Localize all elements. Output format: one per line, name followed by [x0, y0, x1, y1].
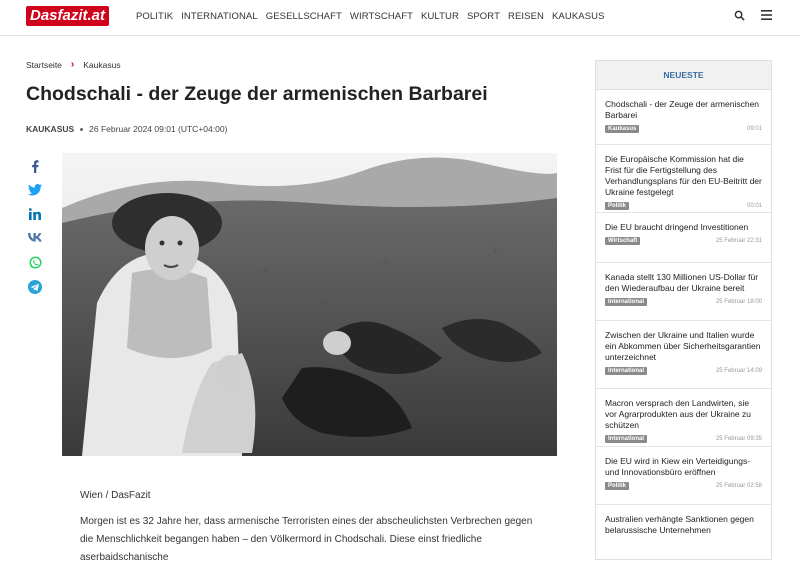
news-item-badge[interactable]: International [605, 298, 648, 306]
news-item-badge[interactable]: Wirtschaft [605, 237, 641, 245]
news-item-badge[interactable]: International [605, 435, 648, 443]
breadcrumb: Startseite › Kaukasus [26, 59, 121, 70]
chevron-right-icon: › [70, 59, 75, 70]
top-navbar: Dasfazit.at POLITIK INTERNATIONAL GESELL… [0, 0, 800, 36]
nav-kultur[interactable]: KULTUR [421, 11, 459, 22]
news-item-time: 25 Februar 09:35 [715, 436, 762, 442]
news-item-time: 00:01 [746, 203, 762, 209]
news-item-badge[interactable]: Politik [605, 482, 630, 490]
facebook-icon[interactable] [31, 160, 39, 174]
news-item[interactable]: Australien verhängte Sanktionen gegen be… [596, 505, 771, 555]
news-item-title[interactable]: Die Europäische Kommission hat die Frist… [605, 154, 762, 198]
news-item-badge[interactable]: Kaukasus [605, 125, 640, 133]
news-item[interactable]: Zwischen der Ukraine und Italien wurde e… [596, 321, 771, 389]
latest-news-sidebar: NEUESTE Chodschali - der Zeuge der armen… [595, 60, 772, 560]
sidebar-heading: NEUESTE [596, 61, 771, 90]
article-image [62, 153, 557, 456]
nav-reisen[interactable]: REISEN [508, 11, 544, 22]
news-item-time: 25 Februar 02:58 [715, 483, 762, 489]
breadcrumb-current[interactable]: Kaukasus [83, 60, 120, 70]
linkedin-icon[interactable] [28, 208, 41, 222]
news-item[interactable]: Chodschali - der Zeuge der armenischen B… [596, 90, 771, 145]
nav-gesellschaft[interactable]: GESELLSCHAFT [266, 11, 342, 22]
news-item[interactable]: Die Europäische Kommission hat die Frist… [596, 145, 771, 213]
nav-international[interactable]: INTERNATIONAL [181, 11, 258, 22]
article-title: Chodschali - der Zeuge der armenischen B… [26, 83, 488, 105]
nav-sport[interactable]: SPORT [467, 11, 500, 22]
nav-wirtschaft[interactable]: WIRTSCHAFT [350, 11, 413, 22]
news-item[interactable]: Die EU braucht dringend Investitionen Wi… [596, 213, 771, 263]
news-item-title[interactable]: Zwischen der Ukraine und Italien wurde e… [605, 330, 762, 363]
news-item-title[interactable]: Kanada stellt 130 Millionen US-Dollar fü… [605, 272, 762, 294]
vk-icon[interactable] [28, 232, 42, 246]
share-bar [28, 160, 42, 294]
hamburger-menu-icon[interactable] [761, 10, 772, 24]
article-category[interactable]: KAUKASUS [26, 124, 74, 134]
search-icon[interactable] [734, 10, 745, 24]
news-item-title[interactable]: Die EU braucht dringend Investitionen [605, 222, 762, 233]
news-item-title[interactable]: Australien verhängte Sanktionen gegen be… [605, 514, 762, 536]
news-item-title[interactable]: Chodschali - der Zeuge der armenischen B… [605, 99, 762, 121]
article-meta: KAUKASUS 26 Februar 2024 09:01 (UTC+04:0… [26, 124, 227, 134]
whatsapp-icon[interactable] [28, 256, 42, 270]
main-nav: POLITIK INTERNATIONAL GESELLSCHAFT WIRTS… [136, 11, 613, 22]
news-item[interactable]: Kanada stellt 130 Millionen US-Dollar fü… [596, 263, 771, 321]
news-item-title[interactable]: Macron versprach den Landwirten, sie vor… [605, 398, 762, 431]
site-logo[interactable]: Dasfazit.at [26, 6, 110, 26]
news-item-time: 25 Februar 18:00 [715, 299, 762, 305]
article-photo-illustration [62, 153, 557, 456]
separator-dot [80, 127, 84, 131]
news-item-badge[interactable]: Politik [605, 202, 630, 210]
news-item-time: 25 Februar 22:31 [715, 238, 762, 244]
article-body: Wien / DasFazit Morgen ist es 32 Jahre h… [80, 487, 540, 575]
article-paragraph: Morgen ist es 32 Jahre her, dass armenis… [80, 516, 533, 563]
article-dateline: Wien / DasFazit [80, 490, 151, 501]
news-item[interactable]: Die EU wird in Kiew ein Verteidigungs- u… [596, 447, 771, 505]
news-item-time: 25 Februar 14:09 [715, 368, 762, 374]
news-item[interactable]: Macron versprach den Landwirten, sie vor… [596, 389, 771, 447]
news-item-title[interactable]: Die EU wird in Kiew ein Verteidigungs- u… [605, 456, 762, 478]
news-item-time: 09:01 [746, 126, 762, 132]
nav-kaukasus[interactable]: KAUKASUS [552, 11, 605, 22]
breadcrumb-home[interactable]: Startseite [26, 60, 62, 70]
twitter-icon[interactable] [28, 184, 42, 198]
nav-politik[interactable]: POLITIK [136, 11, 173, 22]
news-item-badge[interactable]: International [605, 367, 648, 375]
telegram-icon[interactable] [28, 280, 42, 294]
article-date: 26 Februar 2024 09:01 (UTC+04:00) [89, 124, 228, 134]
